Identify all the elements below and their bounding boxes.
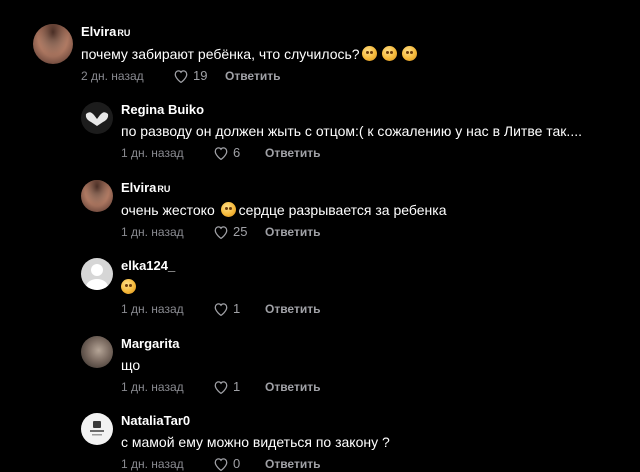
heart-icon bbox=[214, 458, 228, 471]
heart-icon bbox=[214, 303, 228, 316]
like-count: 1 bbox=[233, 301, 241, 316]
default-avatar-icon bbox=[86, 264, 108, 290]
like-button[interactable]: 0 bbox=[213, 456, 265, 472]
like-count: 6 bbox=[233, 145, 241, 160]
comment-item: ElviraRU почему забирают ребёнка, что сл… bbox=[33, 24, 420, 84]
comment-body: NataliaTar0 с мамой ему можно видеться п… bbox=[121, 413, 390, 472]
heart-icon bbox=[214, 147, 228, 160]
comment-text: почему забирают ребёнка, что случилось? bbox=[81, 45, 420, 63]
like-button[interactable]: 6 bbox=[213, 145, 265, 161]
comment-thread: ElviraRU почему забирают ребёнка, что сл… bbox=[0, 0, 640, 472]
reply-button[interactable]: Ответить bbox=[265, 379, 320, 395]
avatar[interactable] bbox=[81, 258, 113, 290]
reply-button[interactable]: Ответить bbox=[225, 68, 280, 84]
like-button[interactable]: 1 bbox=[213, 379, 265, 395]
heart-icon bbox=[214, 381, 228, 394]
user-photo-woman-icon bbox=[81, 180, 113, 212]
comment-text: с мамой ему можно видеться по закону ? bbox=[121, 434, 390, 450]
comment-text: що bbox=[121, 357, 141, 373]
comment-date: 1 дн. назад bbox=[121, 302, 184, 316]
username[interactable]: ElviraRU bbox=[81, 24, 420, 41]
comment-meta: 1 дн. назад 25 Ответить bbox=[121, 224, 447, 240]
comment-meta: 2 дн. назад 19 Ответить bbox=[81, 68, 420, 84]
comment-date: 2 дн. назад bbox=[81, 69, 144, 83]
comment-text: очень жестоко сердце разрывается за ребе… bbox=[121, 202, 447, 218]
comment-body: Margarita що 1 дн. назад 1 Ответить bbox=[121, 336, 320, 395]
reply-item: ElviraRU очень жестоко сердце разрываетс… bbox=[81, 180, 447, 240]
like-count: 19 bbox=[193, 68, 208, 83]
heart-icon bbox=[174, 70, 188, 83]
reply-button[interactable]: Ответить bbox=[265, 224, 320, 240]
avatar[interactable] bbox=[81, 180, 113, 212]
reply-item: Margarita що 1 дн. назад 1 Ответить bbox=[81, 336, 320, 395]
flushed-face-emoji-icon bbox=[361, 46, 377, 61]
comment-text: по разводу он должен жыть с отцом:( к со… bbox=[121, 123, 582, 139]
like-button[interactable]: 1 bbox=[213, 301, 265, 317]
like-count: 25 bbox=[233, 224, 248, 239]
logo-avatar-icon bbox=[90, 421, 104, 436]
like-button[interactable]: 19 bbox=[173, 68, 225, 84]
username[interactable]: ElviraRU bbox=[121, 180, 447, 197]
username[interactable]: elka124_ bbox=[121, 258, 320, 274]
avatar[interactable] bbox=[81, 336, 113, 368]
username[interactable]: NataliaTar0 bbox=[121, 413, 390, 429]
like-count: 1 bbox=[233, 379, 241, 394]
pleading-face-emoji-icon bbox=[121, 279, 136, 294]
reply-item: elka124_ 1 дн. назад 1 Ответить bbox=[81, 258, 320, 317]
reply-item: NataliaTar0 с мамой ему можно видеться п… bbox=[81, 413, 390, 472]
flushed-face-emoji-icon bbox=[220, 202, 236, 217]
like-count: 0 bbox=[233, 456, 241, 471]
comment-meta: 1 дн. назад 1 Ответить bbox=[121, 379, 320, 395]
comment-meta: 1 дн. назад 6 Ответить bbox=[121, 145, 582, 161]
comment-date: 1 дн. назад bbox=[121, 225, 184, 239]
reply-button[interactable]: Ответить bbox=[265, 145, 320, 161]
comment-meta: 1 дн. назад 0 Ответить bbox=[121, 456, 390, 472]
avatar[interactable] bbox=[33, 24, 73, 64]
avatar[interactable] bbox=[81, 413, 113, 445]
hands-heart-photo-icon bbox=[85, 112, 109, 126]
comment-body: ElviraRU очень жестоко сердце разрываетс… bbox=[121, 180, 447, 240]
reply-item: Regina Buiko по разводу он должен жыть с… bbox=[81, 102, 582, 161]
comment-body: ElviraRU почему забирают ребёнка, что сл… bbox=[81, 24, 420, 84]
user-photo-woman-icon bbox=[33, 24, 73, 64]
reply-button[interactable]: Ответить bbox=[265, 301, 320, 317]
reply-button[interactable]: Ответить bbox=[265, 456, 320, 472]
avatar[interactable] bbox=[81, 102, 113, 134]
username[interactable]: Regina Buiko bbox=[121, 102, 582, 118]
comment-date: 1 дн. назад bbox=[121, 457, 184, 471]
comment-body: Regina Buiko по разводу он должен жыть с… bbox=[121, 102, 582, 161]
flushed-face-emoji-icon bbox=[401, 46, 417, 61]
comment-meta: 1 дн. назад 1 Ответить bbox=[121, 301, 320, 317]
heart-icon bbox=[214, 226, 228, 239]
comment-date: 1 дн. назад bbox=[121, 146, 184, 160]
user-photo-icon bbox=[81, 336, 113, 368]
comment-date: 1 дн. назад bbox=[121, 380, 184, 394]
comment-body: elka124_ 1 дн. назад 1 Ответить bbox=[121, 258, 320, 317]
like-button[interactable]: 25 bbox=[213, 224, 265, 240]
username[interactable]: Margarita bbox=[121, 336, 320, 352]
comment-text bbox=[121, 278, 320, 296]
flushed-face-emoji-icon bbox=[381, 46, 397, 61]
